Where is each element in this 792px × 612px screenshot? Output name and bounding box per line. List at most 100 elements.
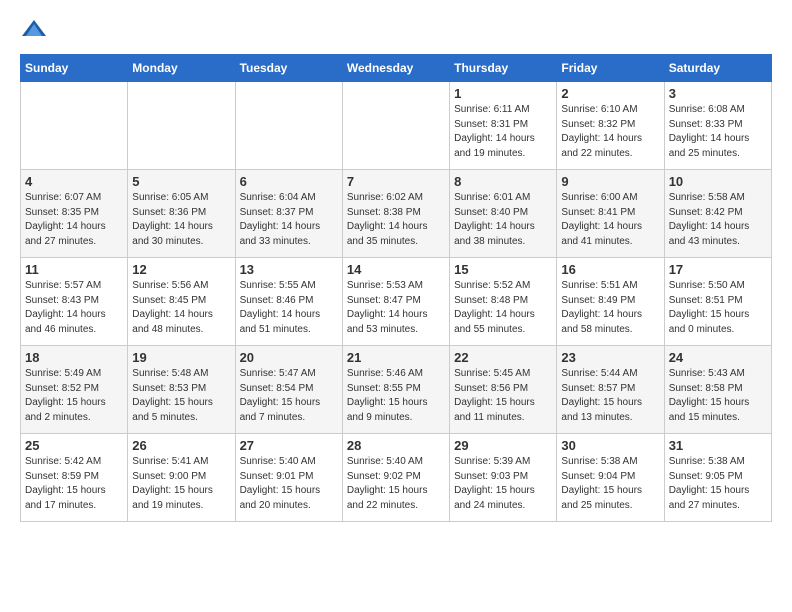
calendar-cell [235,82,342,170]
day-number: 5 [132,174,230,189]
calendar-cell: 1 Sunrise: 6:11 AM Sunset: 8:31 PM Daylig… [450,82,557,170]
day-number: 23 [561,350,659,365]
calendar-cell [342,82,449,170]
col-header-wednesday: Wednesday [342,55,449,82]
day-number: 20 [240,350,338,365]
day-info: Sunrise: 5:44 AM Sunset: 8:57 PM Dayligh… [561,367,659,425]
week-row-1: 1 Sunrise: 6:11 AM Sunset: 8:31 PM Daylig… [21,82,772,170]
day-info: Sunrise: 6:05 AM Sunset: 8:36 PM Dayligh… [132,191,230,249]
col-header-friday: Friday [557,55,664,82]
day-number: 13 [240,262,338,277]
day-info: Sunrise: 5:40 AM Sunset: 9:01 PM Dayligh… [240,455,338,513]
day-info: Sunrise: 5:43 AM Sunset: 8:58 PM Dayligh… [669,367,767,425]
week-row-4: 18Sunrise: 5:49 AM Sunset: 8:52 PM Dayli… [21,346,772,434]
day-info: Sunrise: 5:38 AM Sunset: 9:05 PM Dayligh… [669,455,767,513]
week-row-5: 25 Sunrise: 5:42 AM Sunset: 8:59 PM Dayli… [21,434,772,522]
calendar-cell: 29 Sunrise: 5:39 AM Sunset: 9:03 PM Dayli… [450,434,557,522]
calendar-cell: 31Sunrise: 5:38 AM Sunset: 9:05 PM Dayli… [664,434,771,522]
day-number: 10 [669,174,767,189]
day-number: 21 [347,350,445,365]
day-number: 2 [561,86,659,101]
day-number: 14 [347,262,445,277]
day-number: 9 [561,174,659,189]
calendar-cell: 3 Sunrise: 6:08 AM Sunset: 8:33 PM Daylig… [664,82,771,170]
calendar-cell: 10Sunrise: 5:58 AM Sunset: 8:42 PM Dayli… [664,170,771,258]
day-number: 3 [669,86,767,101]
day-info: Sunrise: 6:11 AM Sunset: 8:31 PM Dayligh… [454,103,552,161]
day-number: 29 [454,438,552,453]
day-number: 11 [25,262,123,277]
header [20,16,772,44]
calendar-header-row: SundayMondayTuesdayWednesdayThursdayFrid… [21,55,772,82]
day-info: Sunrise: 6:02 AM Sunset: 8:38 PM Dayligh… [347,191,445,249]
day-info: Sunrise: 5:45 AM Sunset: 8:56 PM Dayligh… [454,367,552,425]
day-number: 8 [454,174,552,189]
day-number: 17 [669,262,767,277]
day-info: Sunrise: 6:08 AM Sunset: 8:33 PM Dayligh… [669,103,767,161]
calendar-cell: 15 Sunrise: 5:52 AM Sunset: 8:48 PM Dayli… [450,258,557,346]
calendar-cell: 30 Sunrise: 5:38 AM Sunset: 9:04 PM Dayli… [557,434,664,522]
logo-icon [20,16,48,44]
day-number: 6 [240,174,338,189]
day-number: 16 [561,262,659,277]
calendar-cell: 6 Sunrise: 6:04 AM Sunset: 8:37 PM Daylig… [235,170,342,258]
day-info: Sunrise: 5:42 AM Sunset: 8:59 PM Dayligh… [25,455,123,513]
day-info: Sunrise: 5:49 AM Sunset: 8:52 PM Dayligh… [25,367,123,425]
day-info: Sunrise: 5:41 AM Sunset: 9:00 PM Dayligh… [132,455,230,513]
day-info: Sunrise: 6:07 AM Sunset: 8:35 PM Dayligh… [25,191,123,249]
calendar-cell: 20 Sunrise: 5:47 AM Sunset: 8:54 PM Dayli… [235,346,342,434]
day-info: Sunrise: 5:39 AM Sunset: 9:03 PM Dayligh… [454,455,552,513]
day-info: Sunrise: 5:52 AM Sunset: 8:48 PM Dayligh… [454,279,552,337]
day-number: 19 [132,350,230,365]
calendar-cell: 14 Sunrise: 5:53 AM Sunset: 8:47 PM Dayli… [342,258,449,346]
day-info: Sunrise: 5:48 AM Sunset: 8:53 PM Dayligh… [132,367,230,425]
page: SundayMondayTuesdayWednesdayThursdayFrid… [0,0,792,538]
calendar-cell: 19 Sunrise: 5:48 AM Sunset: 8:53 PM Dayli… [128,346,235,434]
day-number: 27 [240,438,338,453]
calendar-cell: 9 Sunrise: 6:00 AM Sunset: 8:41 PM Daylig… [557,170,664,258]
day-info: Sunrise: 5:51 AM Sunset: 8:49 PM Dayligh… [561,279,659,337]
calendar-cell: 11Sunrise: 5:57 AM Sunset: 8:43 PM Dayli… [21,258,128,346]
day-number: 15 [454,262,552,277]
day-number: 28 [347,438,445,453]
calendar-cell: 25 Sunrise: 5:42 AM Sunset: 8:59 PM Dayli… [21,434,128,522]
calendar-cell: 28 Sunrise: 5:40 AM Sunset: 9:02 PM Dayli… [342,434,449,522]
day-number: 30 [561,438,659,453]
day-info: Sunrise: 6:04 AM Sunset: 8:37 PM Dayligh… [240,191,338,249]
day-info: Sunrise: 5:47 AM Sunset: 8:54 PM Dayligh… [240,367,338,425]
day-number: 25 [25,438,123,453]
calendar-cell [21,82,128,170]
calendar-cell: 21 Sunrise: 5:46 AM Sunset: 8:55 PM Dayli… [342,346,449,434]
day-info: Sunrise: 5:55 AM Sunset: 8:46 PM Dayligh… [240,279,338,337]
col-header-monday: Monday [128,55,235,82]
calendar-cell: 27 Sunrise: 5:40 AM Sunset: 9:01 PM Dayli… [235,434,342,522]
day-info: Sunrise: 6:01 AM Sunset: 8:40 PM Dayligh… [454,191,552,249]
calendar-cell: 23 Sunrise: 5:44 AM Sunset: 8:57 PM Dayli… [557,346,664,434]
col-header-saturday: Saturday [664,55,771,82]
day-info: Sunrise: 5:53 AM Sunset: 8:47 PM Dayligh… [347,279,445,337]
day-info: Sunrise: 5:56 AM Sunset: 8:45 PM Dayligh… [132,279,230,337]
col-header-sunday: Sunday [21,55,128,82]
calendar-cell: 8 Sunrise: 6:01 AM Sunset: 8:40 PM Daylig… [450,170,557,258]
day-info: Sunrise: 5:46 AM Sunset: 8:55 PM Dayligh… [347,367,445,425]
day-info: Sunrise: 6:00 AM Sunset: 8:41 PM Dayligh… [561,191,659,249]
calendar-cell: 26 Sunrise: 5:41 AM Sunset: 9:00 PM Dayli… [128,434,235,522]
day-number: 7 [347,174,445,189]
day-info: Sunrise: 6:10 AM Sunset: 8:32 PM Dayligh… [561,103,659,161]
calendar-cell: 17Sunrise: 5:50 AM Sunset: 8:51 PM Dayli… [664,258,771,346]
day-number: 1 [454,86,552,101]
calendar-cell: 2 Sunrise: 6:10 AM Sunset: 8:32 PM Daylig… [557,82,664,170]
calendar-cell: 4Sunrise: 6:07 AM Sunset: 8:35 PM Daylig… [21,170,128,258]
calendar-table: SundayMondayTuesdayWednesdayThursdayFrid… [20,54,772,522]
calendar-cell: 16 Sunrise: 5:51 AM Sunset: 8:49 PM Dayli… [557,258,664,346]
day-info: Sunrise: 5:38 AM Sunset: 9:04 PM Dayligh… [561,455,659,513]
day-info: Sunrise: 5:40 AM Sunset: 9:02 PM Dayligh… [347,455,445,513]
week-row-2: 4Sunrise: 6:07 AM Sunset: 8:35 PM Daylig… [21,170,772,258]
calendar-cell: 22Sunrise: 5:45 AM Sunset: 8:56 PM Dayli… [450,346,557,434]
calendar-cell: 24Sunrise: 5:43 AM Sunset: 8:58 PM Dayli… [664,346,771,434]
col-header-tuesday: Tuesday [235,55,342,82]
calendar-cell [128,82,235,170]
day-number: 26 [132,438,230,453]
calendar-cell: 12Sunrise: 5:56 AM Sunset: 8:45 PM Dayli… [128,258,235,346]
calendar-cell: 18Sunrise: 5:49 AM Sunset: 8:52 PM Dayli… [21,346,128,434]
